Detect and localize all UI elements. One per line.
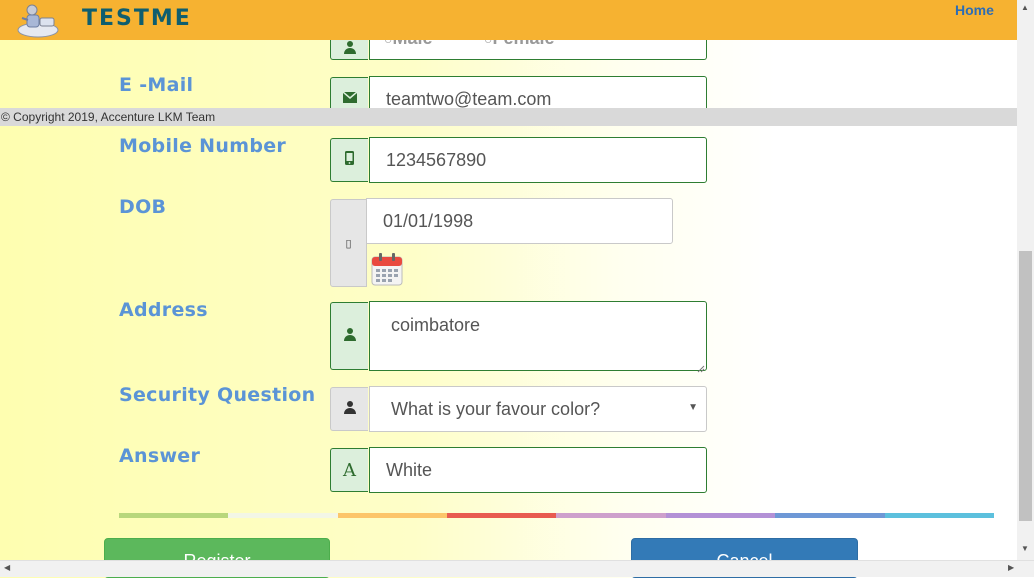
home-link[interactable]: Home: [955, 2, 994, 18]
divider-segment: [556, 513, 666, 518]
horizontal-scrollbar[interactable]: ◀ ▶: [0, 560, 1034, 577]
calendar-glyph-icon: ▯: [345, 237, 352, 250]
user-icon: [343, 40, 357, 59]
security-addon: [330, 387, 368, 431]
footer-bar: © Copyright 2019, Accenture LKM Team: [0, 108, 1017, 126]
text-a-icon: A: [343, 459, 356, 481]
answer-addon: A: [330, 448, 368, 492]
divider-segment: [775, 513, 885, 518]
address-label: Address: [119, 299, 208, 321]
scroll-up-icon[interactable]: ▲: [1021, 3, 1029, 12]
security-question-select[interactable]: What is your favour color? ▼: [369, 386, 707, 432]
resize-handle-icon[interactable]: [697, 360, 705, 373]
envelope-icon: [342, 90, 357, 108]
answer-label: Answer: [119, 445, 201, 467]
scroll-right-icon[interactable]: ▶: [1008, 563, 1014, 572]
dob-label: DOB: [119, 196, 167, 218]
divider-segment: [666, 513, 775, 518]
divider-segment: [338, 513, 447, 518]
mobile-field[interactable]: 1234567890: [369, 137, 707, 183]
divider-segment: [885, 513, 994, 518]
chevron-down-icon: ▼: [688, 402, 698, 413]
scroll-down-icon[interactable]: ▼: [1021, 544, 1029, 553]
mobile-addon: [330, 138, 368, 182]
top-navbar: TESTME Home: [0, 0, 1017, 40]
divider-segment: [447, 513, 556, 518]
answer-field[interactable]: White: [369, 447, 707, 493]
brand-title[interactable]: TESTME: [82, 6, 192, 31]
divider-segment: [119, 513, 228, 518]
address-textarea[interactable]: coimbatore: [369, 301, 707, 371]
security-question-label: Security Question: [119, 384, 316, 406]
calendar-icon[interactable]: [371, 252, 403, 286]
copyright-text: © Copyright 2019, Accenture LKM Team: [1, 110, 216, 124]
vertical-scrollbar[interactable]: ▲ ▼: [1017, 0, 1034, 560]
email-label: E -Mail: [119, 74, 194, 96]
security-question-value: What is your favour color?: [391, 398, 601, 419]
logo-icon[interactable]: [12, 0, 62, 40]
user-icon: [343, 327, 357, 346]
mobile-icon: [345, 150, 354, 170]
mobile-label: Mobile Number: [119, 135, 287, 157]
scroll-left-icon[interactable]: ◀: [4, 563, 10, 572]
dob-field[interactable]: 01/01/1998: [366, 198, 673, 244]
scrollbar-thumb[interactable]: [1019, 251, 1032, 521]
user-icon: [343, 400, 357, 419]
divider-segment: [228, 513, 338, 518]
dob-addon: ▯: [330, 199, 367, 287]
address-addon: [330, 302, 368, 370]
